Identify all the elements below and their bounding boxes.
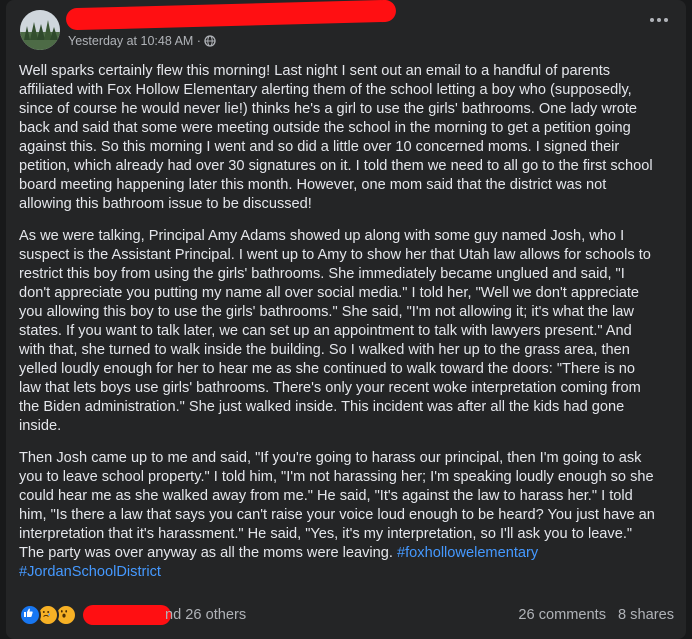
hashtag-foxhollowelementary[interactable]: #foxhollowelementary [397, 545, 538, 561]
comments-count[interactable]: 26 comments [518, 607, 606, 623]
more-icon[interactable] [644, 8, 674, 32]
post-timestamp[interactable]: Yesterday at 10:48 AM · [68, 34, 216, 48]
redacted-reactor-name [83, 605, 171, 625]
post-text: Well sparks certainly flew this morning!… [19, 62, 659, 595]
timestamp-text[interactable]: Yesterday at 10:48 AM · [68, 34, 201, 48]
post-card: Yesterday at 10:48 AM · Well sparks cert… [6, 0, 686, 639]
shares-count[interactable]: 8 shares [618, 607, 674, 623]
reaction-icons[interactable] [19, 604, 77, 626]
post-paragraph-1: Well sparks certainly flew this morning!… [19, 63, 653, 212]
avatar[interactable] [20, 10, 60, 50]
redacted-author-name [65, 0, 397, 31]
hashtag-jordanschooldistrict[interactable]: #JordanSchoolDistrict [19, 564, 161, 580]
post-paragraph-3: Then Josh came up to me and said, "If yo… [19, 449, 659, 582]
post-paragraph-2: As we were talking, Principal Amy Adams … [19, 228, 651, 434]
globe-icon [204, 35, 216, 47]
post-paragraph-3-text: Then Josh came up to me and said, "If yo… [19, 450, 655, 561]
reactors-text[interactable]: nd 26 others [165, 607, 246, 623]
like-icon [19, 604, 41, 626]
post-footer: nd 26 others 26 comments 8 shares [19, 604, 674, 626]
